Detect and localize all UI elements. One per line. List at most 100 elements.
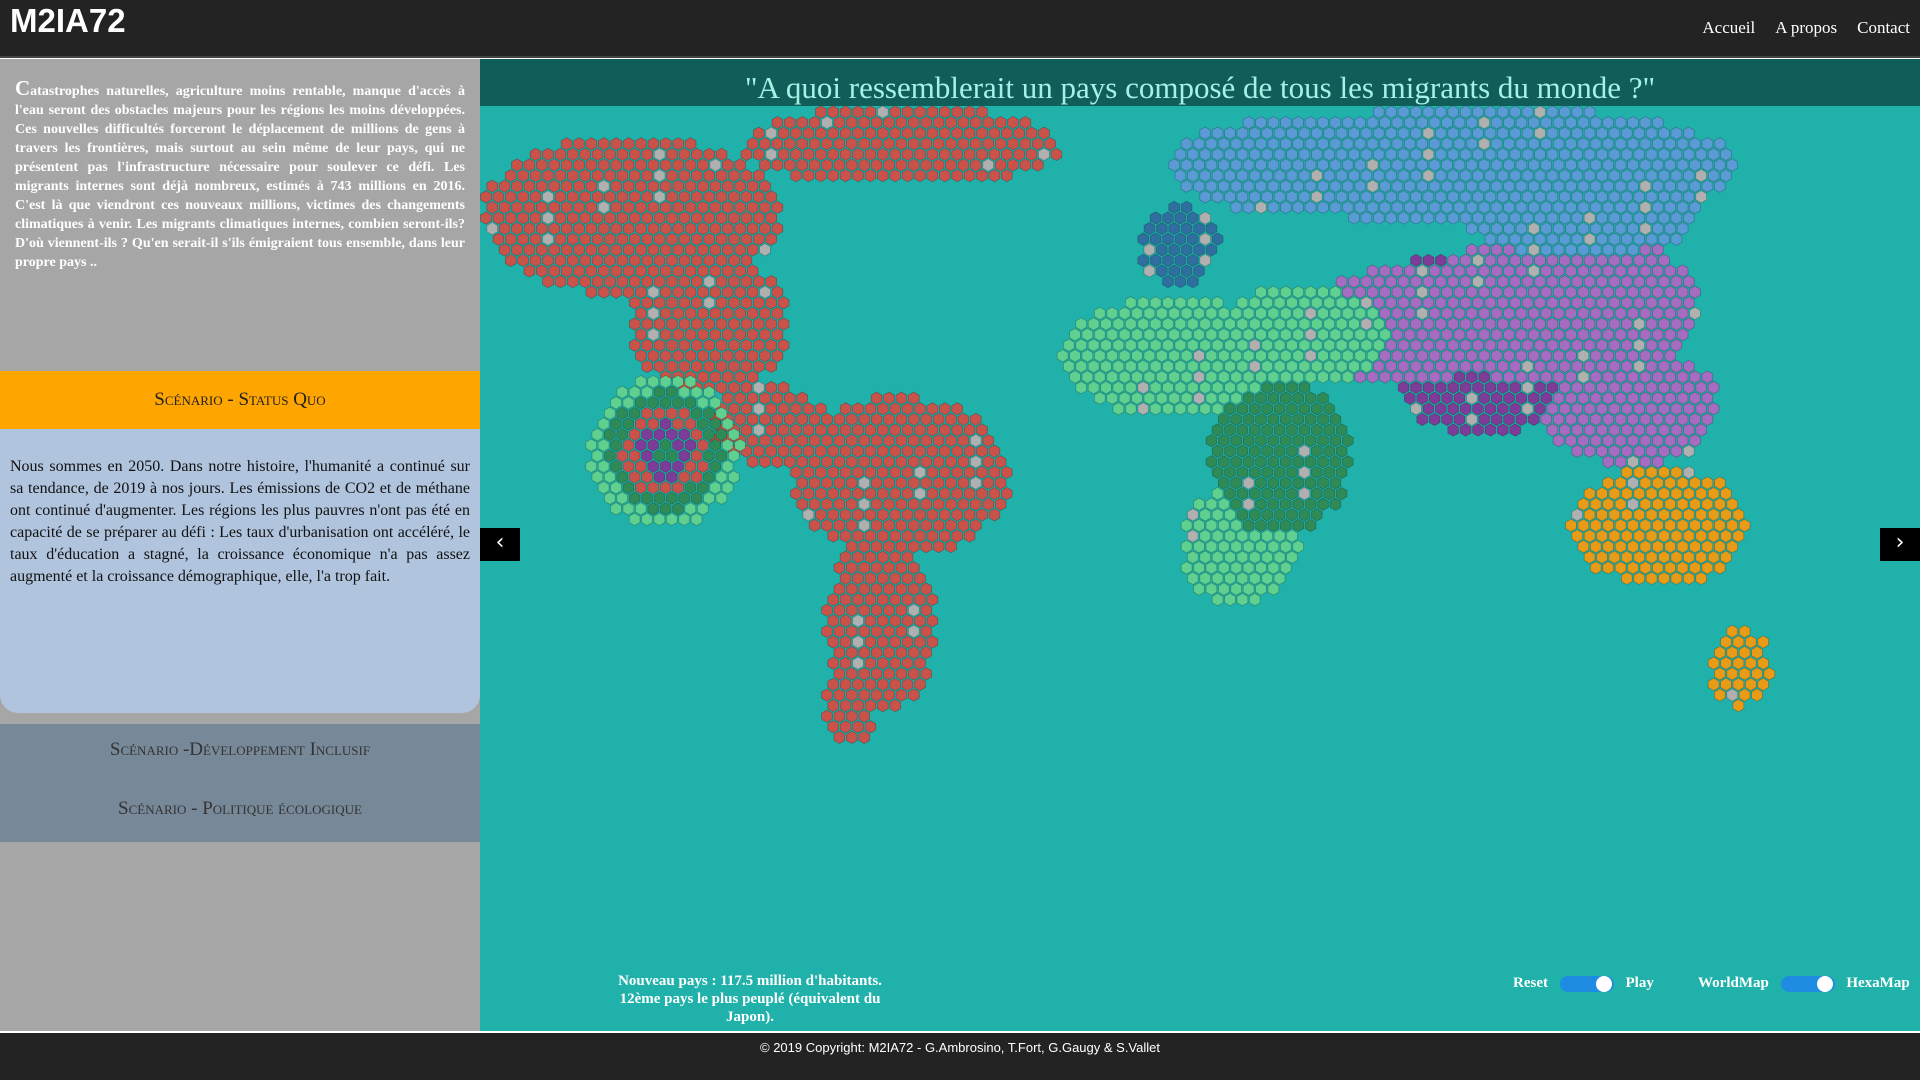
map-hexagon[interactable]	[1670, 168, 1683, 183]
map-hexagon[interactable]	[1261, 359, 1273, 374]
map-hexagon[interactable]	[1168, 221, 1180, 236]
map-hexagon[interactable]	[938, 465, 951, 480]
map-hexagon[interactable]	[1019, 115, 1032, 130]
map-hexagon[interactable]	[1211, 168, 1224, 183]
map-hexagon[interactable]	[914, 571, 926, 586]
map-hexagon[interactable]	[1552, 412, 1565, 427]
map-hexagon[interactable]	[914, 508, 926, 522]
map-hexagon[interactable]	[1292, 179, 1304, 193]
map-hexagon[interactable]	[635, 306, 647, 321]
map-hexagon[interactable]	[1137, 296, 1149, 310]
map-hexagon[interactable]	[1304, 200, 1317, 215]
map-hexagon[interactable]	[635, 285, 647, 299]
map-hexagon[interactable]	[1621, 126, 1633, 140]
map-hexagon[interactable]	[1416, 285, 1428, 299]
map-hexagon[interactable]	[635, 243, 647, 257]
map-hexagon[interactable]	[771, 433, 784, 448]
map-hexagon[interactable]	[585, 221, 598, 236]
hexamap-label[interactable]: HexaMap	[1846, 975, 1909, 991]
migrant-country-hexagon[interactable]	[622, 502, 635, 516]
map-hexagon[interactable]	[678, 211, 691, 225]
map-hexagon[interactable]	[1435, 317, 1447, 331]
map-hexagon[interactable]	[1323, 296, 1335, 310]
map-hexagon[interactable]	[901, 444, 914, 458]
migrant-country-hexagon[interactable]	[659, 396, 672, 410]
map-hexagon[interactable]	[1335, 317, 1348, 331]
map-hexagon[interactable]	[1664, 179, 1676, 193]
map-hexagon[interactable]	[1571, 296, 1583, 310]
map-hexagon[interactable]	[1590, 497, 1602, 511]
map-hexagon[interactable]	[1273, 465, 1286, 480]
map-hexagon[interactable]	[1131, 306, 1143, 321]
migrant-country-hexagon[interactable]	[616, 470, 629, 484]
map-hexagon[interactable]	[1509, 232, 1521, 246]
map-hexagon[interactable]	[1255, 306, 1267, 321]
map-hexagon[interactable]	[591, 211, 604, 225]
map-hexagon[interactable]	[1156, 391, 1168, 405]
map-hexagon[interactable]	[1205, 497, 1218, 511]
map-hexagon[interactable]	[721, 391, 734, 405]
map-hexagon[interactable]	[1366, 158, 1379, 172]
map-hexagon[interactable]	[604, 274, 616, 289]
map-hexagon[interactable]	[1559, 126, 1571, 140]
map-hexagon[interactable]	[932, 115, 945, 130]
map-hexagon[interactable]	[759, 179, 771, 193]
map-hexagon[interactable]	[1242, 306, 1255, 321]
map-hexagon[interactable]	[827, 592, 840, 607]
map-hexagon[interactable]	[907, 476, 920, 490]
map-hexagon[interactable]	[1038, 147, 1050, 162]
migrant-country-hexagon[interactable]	[647, 417, 660, 431]
map-hexagon[interactable]	[1162, 211, 1174, 225]
map-hexagon[interactable]	[1118, 327, 1131, 342]
map-hexagon[interactable]	[895, 497, 908, 511]
map-hexagon[interactable]	[870, 115, 883, 130]
map-hexagon[interactable]	[765, 211, 778, 225]
map-hexagon[interactable]	[870, 137, 883, 151]
map-hexagon[interactable]	[1701, 137, 1714, 151]
map-hexagon[interactable]	[1515, 349, 1528, 363]
map-hexagon[interactable]	[1695, 402, 1707, 416]
map-hexagon[interactable]	[616, 147, 629, 162]
map-hexagon[interactable]	[938, 444, 951, 458]
map-hexagon[interactable]	[1292, 327, 1304, 342]
map-hexagon[interactable]	[697, 327, 709, 342]
map-hexagon[interactable]	[1590, 179, 1602, 193]
map-hexagon[interactable]	[1528, 306, 1540, 321]
map-hexagon[interactable]	[1137, 232, 1149, 246]
map-hexagon[interactable]	[1397, 190, 1410, 204]
map-hexagon[interactable]	[1329, 115, 1342, 130]
map-hexagon[interactable]	[1689, 306, 1701, 321]
migrant-country-hexagon[interactable]	[696, 438, 709, 452]
map-hexagon[interactable]	[1323, 317, 1335, 331]
migrant-country-hexagon[interactable]	[604, 470, 616, 484]
map-hexagon[interactable]	[845, 158, 858, 172]
map-hexagon[interactable]	[1621, 550, 1633, 564]
map-hexagon[interactable]	[659, 221, 672, 236]
map-hexagon[interactable]	[1577, 285, 1590, 299]
map-hexagon[interactable]	[752, 444, 765, 458]
map-hexagon[interactable]	[1230, 518, 1242, 533]
map-hexagon[interactable]	[907, 624, 920, 639]
map-hexagon[interactable]	[1311, 317, 1323, 331]
map-hexagon[interactable]	[585, 243, 598, 257]
map-hexagon[interactable]	[684, 264, 697, 278]
map-hexagon[interactable]	[1664, 539, 1676, 554]
map-hexagon[interactable]	[1280, 158, 1292, 172]
map-hexagon[interactable]	[1707, 168, 1720, 183]
map-hexagon[interactable]	[1205, 582, 1218, 596]
map-hexagon[interactable]	[690, 253, 703, 268]
map-hexagon[interactable]	[536, 158, 548, 172]
map-hexagon[interactable]	[1608, 423, 1621, 437]
map-hexagon[interactable]	[1714, 667, 1726, 681]
map-hexagon[interactable]	[790, 444, 802, 458]
migrant-country-hexagon[interactable]	[634, 502, 647, 516]
map-hexagon[interactable]	[1639, 264, 1652, 278]
map-hexagon[interactable]	[1286, 444, 1298, 458]
map-hexagon[interactable]	[1366, 327, 1379, 342]
map-hexagon[interactable]	[1503, 115, 1515, 130]
map-hexagon[interactable]	[1304, 518, 1317, 533]
map-hexagon[interactable]	[796, 476, 809, 490]
map-hexagon[interactable]	[1354, 327, 1366, 342]
map-hexagon[interactable]	[1094, 370, 1106, 384]
map-hexagon[interactable]	[1193, 137, 1205, 151]
